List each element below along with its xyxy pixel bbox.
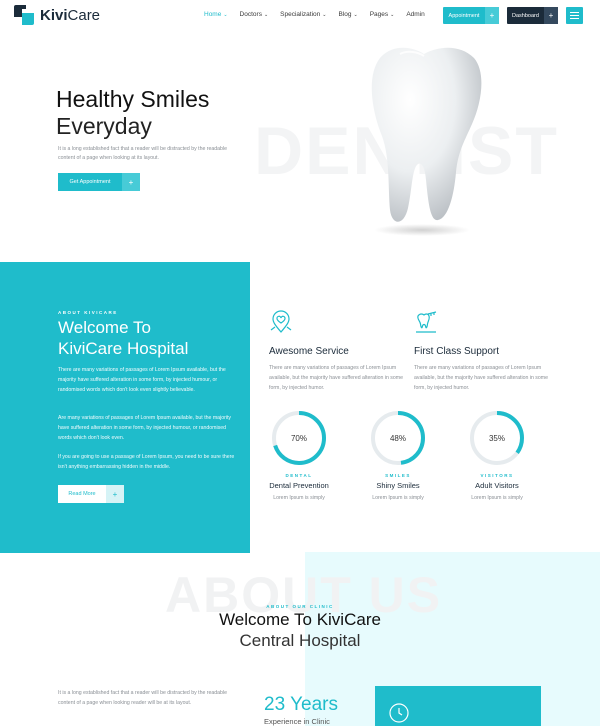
- feature-title: Awesome Service: [269, 346, 349, 357]
- stat-dental-prevention: 70% DENTAL Dental Prevention Lorem Ipsum…: [259, 409, 339, 501]
- nav-item-doctors[interactable]: Doctors ⌄: [240, 11, 269, 18]
- plus-icon: +: [122, 173, 140, 191]
- tooth-image: [371, 47, 482, 236]
- about-description: It is a long established fact that a rea…: [58, 690, 227, 706]
- map-pin-heart-icon: [270, 310, 292, 333]
- chevron-down-icon: ⌄: [353, 11, 358, 18]
- logo-text-bold: Kivi: [40, 6, 68, 24]
- welcome-title-line2: KiviCare Hospital: [58, 339, 189, 358]
- about-info-box: [375, 686, 541, 726]
- welcome-title-line1: Welcome To: [58, 318, 151, 337]
- stat-title: Shiny Smiles: [376, 481, 420, 490]
- stat-description: Lorem Ipsum is simply: [372, 495, 424, 501]
- site-header: KiviCare Home ⌄ Doctors ⌄ Specialization ⌄ …: [0, 0, 600, 32]
- dental-tools-icon: [416, 311, 437, 333]
- feature-first-class-support: First Class Support There are many varia…: [414, 310, 554, 393]
- feature-description: There are many variations of passages of…: [269, 365, 403, 391]
- hero-description: It is a long established fact that a rea…: [58, 146, 227, 161]
- welcome-paragraph: If you are going to use a passage of Lor…: [58, 454, 235, 470]
- dashboard-button-label: Dashboard: [512, 12, 539, 19]
- main-nav: Home ⌄ Doctors ⌄ Specialization ⌄ Blog ⌄ Pag…: [204, 11, 437, 18]
- stat-title: Dental Prevention: [269, 481, 329, 490]
- hamburger-menu-icon[interactable]: [566, 7, 583, 24]
- chevron-down-icon: ⌄: [263, 11, 269, 18]
- stat-shiny-smiles: 48% SMILES Shiny Smiles Lorem Ipsum is s…: [358, 409, 438, 501]
- welcome-paragraph: There are many variations of passages of…: [58, 367, 226, 393]
- chevron-down-icon: ⌄: [322, 11, 327, 18]
- years-count: 23 Years: [264, 694, 338, 715]
- about-title-line2: Central Hospital: [239, 631, 361, 650]
- appointment-button[interactable]: Appointment +: [443, 7, 499, 24]
- chevron-down-icon: ⌄: [223, 11, 228, 18]
- feature-awesome-service: Awesome Service There are many variation…: [269, 310, 409, 393]
- feature-description: There are many variations of passages of…: [414, 365, 548, 391]
- stat-title: Adult Visitors: [475, 481, 519, 490]
- get-appointment-button[interactable]: Get Appointment +: [58, 173, 140, 191]
- chevron-down-icon: ⌄: [390, 11, 395, 18]
- welcome-panel: ABOUT KIVICARE Welcome To KiviCare Hospi…: [0, 262, 250, 553]
- feature-title: First Class Support: [414, 346, 500, 357]
- dashboard-button[interactable]: Dashboard +: [507, 7, 558, 24]
- logo[interactable]: KiviCare: [14, 5, 100, 25]
- stat-description: Lorem Ipsum is simply: [273, 495, 325, 501]
- about-title-line1: Welcome To KiviCare: [219, 610, 381, 629]
- stat-kicker: SMILES: [385, 473, 411, 478]
- nav-item-admin[interactable]: Admin: [406, 11, 424, 18]
- progress-ring: 70%: [272, 411, 326, 465]
- progress-ring: 35%: [470, 411, 524, 465]
- nav-item-specialization[interactable]: Specialization ⌄: [280, 11, 326, 18]
- stat-description: Lorem Ipsum is simply: [471, 495, 523, 501]
- nav-item-home[interactable]: Home ⌄: [204, 11, 228, 18]
- about-eyebrow: ABOUT OUR CLINIC: [266, 604, 334, 609]
- progress-ring-value: 48%: [390, 434, 406, 443]
- logo-text-light: Care: [67, 6, 101, 24]
- clock-icon: [389, 703, 409, 723]
- years-subtitle: Experience in Clinic: [264, 717, 330, 726]
- progress-ring: 48%: [371, 411, 425, 465]
- read-more-label: Read More: [68, 491, 96, 497]
- logo-cross-icon: [14, 5, 36, 25]
- nav-item-blog[interactable]: Blog ⌄: [338, 11, 357, 18]
- plus-icon: +: [106, 485, 124, 503]
- welcome-paragraph: Are many variations of passages of Lorem…: [58, 415, 232, 441]
- welcome-eyebrow: ABOUT KIVICARE: [58, 310, 118, 315]
- hero-title-line1: Healthy Smiles: [56, 86, 210, 112]
- plus-icon: +: [485, 7, 499, 24]
- progress-ring-value: 35%: [489, 434, 505, 443]
- get-appointment-label: Get Appointment: [69, 179, 111, 185]
- progress-ring-value: 70%: [291, 434, 307, 443]
- appointment-button-label: Appointment: [448, 12, 480, 19]
- stat-adult-visitors: 35% VISITORS Adult Visitors Lorem Ipsum …: [457, 409, 537, 501]
- stat-kicker: VISITORS: [480, 473, 514, 478]
- read-more-button[interactable]: Read More +: [58, 485, 124, 503]
- plus-icon: +: [544, 7, 558, 24]
- stat-kicker: DENTAL: [285, 473, 313, 478]
- nav-item-pages[interactable]: Pages ⌄: [370, 11, 395, 18]
- hero-title-line2: Everyday: [56, 113, 152, 139]
